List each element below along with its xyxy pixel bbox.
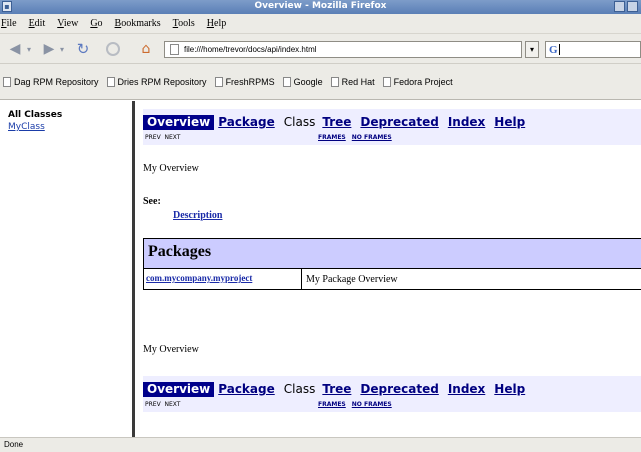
- navigation-toolbar: ◀ ▾ ▶ ▾ ↻ ⌂ file:///home/trevor/docs/api…: [0, 34, 641, 64]
- bookmark-page-icon: [3, 76, 11, 87]
- see-label: See:: [143, 196, 161, 207]
- bookmark-freshrpms[interactable]: FreshRPMS: [214, 76, 275, 87]
- home-icon[interactable]: ⌂: [136, 40, 156, 58]
- nav-package-link[interactable]: Package: [218, 382, 275, 397]
- menu-file[interactable]: File: [1, 18, 17, 29]
- bookmark-google[interactable]: Google: [282, 76, 323, 87]
- bookmark-page-icon: [282, 76, 291, 87]
- nav-tree-link[interactable]: Tree: [322, 382, 351, 397]
- stop-icon[interactable]: [104, 40, 122, 58]
- top-navbar: Overview Package Class Tree Deprecated I…: [143, 109, 641, 145]
- bookmark-label: Google: [293, 76, 323, 87]
- status-bar: Done: [0, 437, 641, 452]
- prev-next: PREV NEXT: [145, 134, 180, 141]
- class-link-myclass[interactable]: MyClass: [8, 122, 45, 132]
- menu-edit[interactable]: Edit: [29, 18, 46, 29]
- nav-deprecated-link[interactable]: Deprecated: [360, 382, 438, 397]
- nav-overview-current: Overview: [143, 382, 215, 397]
- table-row: com.mycompany.myproject My Package Overv…: [144, 269, 641, 289]
- nav-index-link[interactable]: Index: [448, 115, 485, 130]
- window-title: Overview - Mozilla Firefox: [254, 1, 387, 11]
- status-text: Done: [4, 440, 24, 449]
- bookmark-page-icon: [106, 76, 115, 87]
- minimize-button[interactable]: [614, 1, 625, 12]
- package-description: My Package Overview: [306, 273, 398, 285]
- bookmark-page-icon: [330, 76, 339, 87]
- page-content: All Classes MyClass Overview Package Cla…: [0, 101, 641, 437]
- bookmark-fedora[interactable]: Fedora Project: [382, 76, 453, 87]
- back-arrow-icon[interactable]: ◀: [6, 40, 24, 58]
- next-label: NEXT: [164, 134, 181, 141]
- no-frames-link[interactable]: NO FRAMES: [352, 134, 392, 141]
- url-dropdown-button[interactable]: ▾: [525, 41, 539, 58]
- nav-deprecated-link[interactable]: Deprecated: [360, 115, 438, 130]
- menu-go[interactable]: Go: [90, 18, 102, 29]
- back-dropdown-icon[interactable]: ▾: [25, 40, 33, 58]
- bookmark-page-icon: [214, 76, 223, 87]
- search-box[interactable]: G: [545, 41, 641, 58]
- footer-overview-text: My Overview: [143, 344, 199, 355]
- bookmark-red-hat[interactable]: Red Hat: [330, 76, 375, 87]
- window-titlebar: ▪ Overview - Mozilla Firefox: [0, 0, 641, 14]
- menu-view[interactable]: View: [57, 18, 78, 29]
- frames-link[interactable]: FRAMES: [318, 134, 346, 141]
- google-icon[interactable]: G: [549, 44, 558, 56]
- bookmark-dag-rpm[interactable]: Dag RPM Repository: [3, 76, 99, 87]
- window-controls: [614, 1, 638, 12]
- package-link[interactable]: com.mycompany.myproject: [144, 269, 302, 289]
- nav-help-link[interactable]: Help: [494, 115, 525, 130]
- bookmark-dries-rpm[interactable]: Dries RPM Repository: [106, 76, 207, 87]
- prev-label: PREV: [145, 401, 161, 408]
- nav-class-label: Class: [283, 115, 316, 129]
- frames-link[interactable]: FRAMES: [318, 401, 346, 408]
- prev-next: PREV NEXT: [145, 401, 180, 408]
- overview-frame: Overview Package Class Tree Deprecated I…: [135, 101, 641, 437]
- nav-package-link[interactable]: Package: [218, 115, 275, 130]
- all-classes-frame: All Classes MyClass: [0, 101, 132, 437]
- nav-overview-current: Overview: [143, 115, 215, 130]
- menu-tools[interactable]: Tools: [173, 18, 195, 29]
- forward-arrow-icon[interactable]: ▶: [40, 40, 58, 58]
- all-classes-heading: All Classes: [8, 110, 63, 120]
- url-text[interactable]: file:///home/trevor/docs/api/index.html: [184, 45, 317, 54]
- menu-bar: File Edit View Go Bookmarks Tools Help: [0, 14, 641, 34]
- bookmark-page-icon: [382, 76, 391, 87]
- frames-links: FRAMES NO FRAMES: [318, 401, 398, 408]
- forward-dropdown-icon[interactable]: ▾: [58, 40, 66, 58]
- nav-help-link[interactable]: Help: [494, 382, 525, 397]
- nav-tree-link[interactable]: Tree: [322, 115, 351, 130]
- prev-label: PREV: [145, 134, 161, 141]
- bookmarks-toolbar: Dag RPM Repository Dries RPM Repository …: [0, 64, 641, 100]
- nav-class-label: Class: [283, 382, 316, 396]
- bookmark-label: FreshRPMS: [225, 76, 275, 87]
- description-link[interactable]: Description: [173, 210, 222, 221]
- maximize-button[interactable]: [627, 1, 638, 12]
- url-bar[interactable]: file:///home/trevor/docs/api/index.html: [164, 41, 522, 58]
- next-label: NEXT: [164, 401, 181, 408]
- bookmark-label: Dag RPM Repository: [14, 76, 99, 87]
- text-caret: [558, 44, 560, 55]
- no-frames-link[interactable]: NO FRAMES: [352, 401, 392, 408]
- page-icon: [170, 44, 179, 55]
- overview-text: My Overview: [143, 163, 199, 174]
- frames-links: FRAMES NO FRAMES: [318, 134, 398, 141]
- bookmark-label: Fedora Project: [393, 76, 453, 87]
- packages-table: Packages com.mycompany.myproject My Pack…: [143, 238, 641, 290]
- menu-bookmarks[interactable]: Bookmarks: [115, 18, 161, 29]
- menu-help[interactable]: Help: [207, 18, 226, 29]
- nav-index-link[interactable]: Index: [448, 382, 485, 397]
- bottom-navbar: Overview Package Class Tree Deprecated I…: [143, 376, 641, 412]
- bookmark-label: Red Hat: [341, 76, 375, 87]
- packages-heading: Packages: [144, 239, 641, 269]
- bookmark-label: Dries RPM Repository: [117, 76, 207, 87]
- reload-icon[interactable]: ↻: [73, 40, 93, 58]
